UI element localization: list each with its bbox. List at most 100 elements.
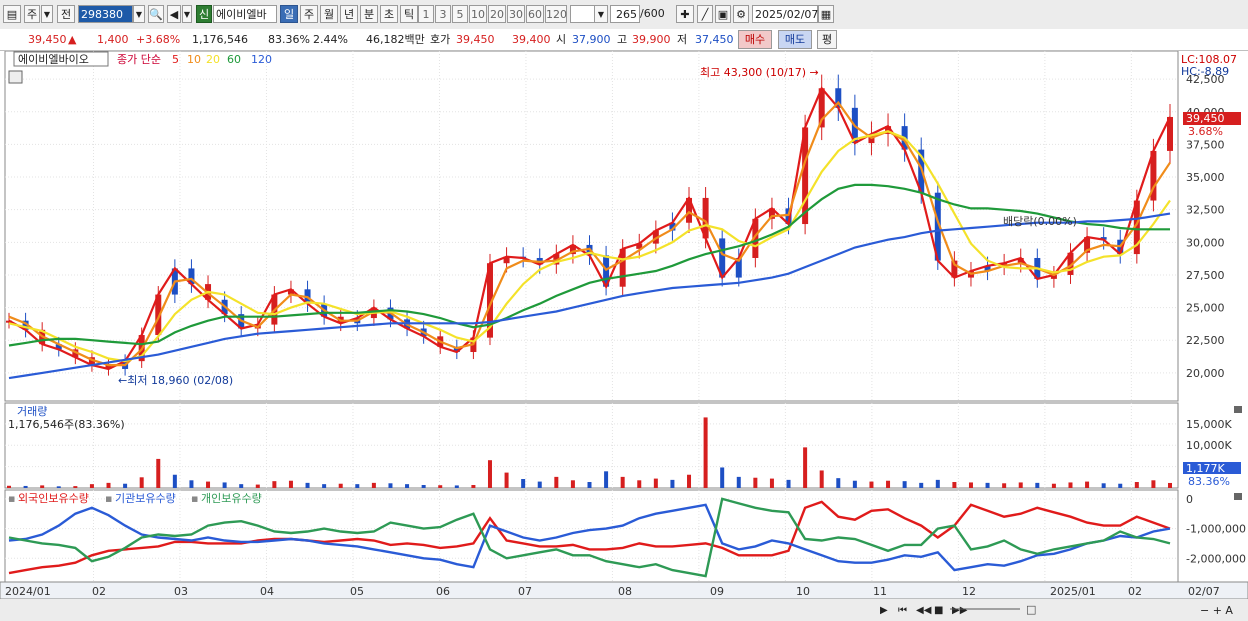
eval-button[interactable]: 평 <box>817 30 837 49</box>
vol-bar-63 <box>1051 483 1056 488</box>
date-input[interactable]: 2025/02/07 <box>752 5 818 23</box>
vol-bar-21 <box>355 484 360 488</box>
high-value: 39,900 <box>632 33 671 46</box>
vol-bar-9 <box>156 458 161 488</box>
step-button-0[interactable]: 1 <box>418 5 434 23</box>
period-button-2[interactable]: 월 <box>320 5 338 23</box>
x-label-3: 04 <box>260 585 274 598</box>
stock-chart[interactable]: 20,000 22,500 25,000 27,500 30,000 32,500 35,0… <box>0 51 1248 621</box>
vol-current-pct: 83.36% <box>1188 475 1230 488</box>
search-icon[interactable]: 🔍 <box>148 5 164 23</box>
zoom-controls: − + A <box>1200 604 1233 617</box>
period-button-1[interactable]: 주 <box>300 5 318 23</box>
hold-legend-2: 개인보유수량 <box>201 492 262 505</box>
period-button-6[interactable]: 틱 <box>400 5 418 23</box>
bid-value: 39,400 <box>512 33 551 46</box>
vol-bar-44 <box>736 476 741 488</box>
count-input[interactable]: 265 <box>610 5 640 23</box>
hold-legend-1: 기관보유수량 <box>115 492 176 505</box>
period-short-button[interactable]: 주 <box>24 5 40 23</box>
vol-bar-38 <box>637 480 642 488</box>
speaker-icon[interactable]: ◀ <box>167 5 181 23</box>
vol-bar-70 <box>1168 482 1172 488</box>
vol-bar-42 <box>703 417 708 488</box>
period-button-0[interactable]: 일 <box>280 5 298 23</box>
code-dropdown-icon[interactable]: ▼ <box>133 5 145 23</box>
vol-bar-15 <box>255 484 260 488</box>
vol-bar-31 <box>521 479 526 488</box>
vol-bar-36 <box>604 471 609 488</box>
vol-current-label: 1,177K <box>1186 462 1225 475</box>
save-icon[interactable]: ▣ <box>715 5 731 23</box>
period-button-4[interactable]: 분 <box>360 5 378 23</box>
settings-icon[interactable]: ⚙ <box>733 5 749 23</box>
buy-button[interactable]: 매수 <box>738 30 772 49</box>
change-value: 1,400 <box>97 33 129 46</box>
x-label-6: 07 <box>518 585 532 598</box>
vol-bar-35 <box>587 482 592 488</box>
vol-bar-14 <box>239 484 244 488</box>
chart-type-icon[interactable]: ▤ <box>3 5 21 23</box>
chart-background <box>0 51 1248 599</box>
zoom-box-icon: □ <box>1026 603 1036 616</box>
speaker-dropdown-icon[interactable]: ▼ <box>182 5 192 23</box>
nav-button-1: ⏮ <box>898 605 907 616</box>
price-tick-7: 37,500 <box>1186 138 1225 151</box>
amount-value: 46,182백만 <box>366 33 425 46</box>
vol-bar-49 <box>819 470 824 488</box>
x-label-12: 2025/01 <box>1050 585 1096 598</box>
vol-bar-37 <box>620 476 625 488</box>
vol-bar-28 <box>471 485 476 488</box>
step-button-3[interactable]: 10 <box>469 5 487 23</box>
crosshair-icon[interactable]: ✚ <box>676 5 694 23</box>
vol-bar-39 <box>653 478 658 488</box>
x-label-8: 09 <box>710 585 724 598</box>
vol-bar-56 <box>935 479 940 488</box>
prev-button[interactable]: 전 <box>57 5 75 23</box>
vol-bar-62 <box>1035 482 1040 488</box>
x-label-13: 02 <box>1128 585 1142 598</box>
ma-legend-20: 20 <box>206 53 220 66</box>
period-button-5[interactable]: 초 <box>380 5 398 23</box>
x-label-5: 06 <box>436 585 450 598</box>
vol-bar-17 <box>288 480 293 488</box>
step-button-2[interactable]: 5 <box>452 5 468 23</box>
x-label-10: 11 <box>873 585 887 598</box>
vol-bar-13 <box>222 482 227 488</box>
step-button-5[interactable]: 30 <box>507 5 525 23</box>
bottom-strip <box>0 599 1248 621</box>
step-button-7[interactable]: 120 <box>545 5 567 23</box>
draw-tool-icon[interactable]: ╱ <box>697 5 713 23</box>
step-dropdown-icon[interactable]: ▼ <box>594 5 608 23</box>
hold-legend-0: 외국인보유수량 <box>18 492 89 505</box>
period-button-3[interactable]: 년 <box>340 5 358 23</box>
sell-button[interactable]: 매도 <box>778 30 812 49</box>
calendar-icon[interactable]: ▦ <box>818 5 834 23</box>
stock-name-field[interactable]: 에이비엘바 <box>213 5 277 23</box>
hold-legend-marker-1: ▪ <box>105 492 112 505</box>
vol-bar-8 <box>139 477 144 488</box>
stock-code-input[interactable]: 298380 <box>78 5 133 23</box>
vol-bar-0 <box>7 485 11 488</box>
x-label-4: 05 <box>350 585 364 598</box>
vol-bar-22 <box>371 482 376 488</box>
step-button-1[interactable]: 3 <box>435 5 451 23</box>
vol-bar-66 <box>1101 483 1106 488</box>
vol-bar-16 <box>272 481 277 488</box>
hc-label: HC:-8.89 <box>1181 65 1229 78</box>
vol-bar-30 <box>504 472 509 488</box>
vol-bar-41 <box>687 474 692 488</box>
hold-legend-marker-0: ▪ <box>8 492 15 505</box>
turnover-value: 2.44% <box>313 33 348 46</box>
step-button-6[interactable]: 60 <box>526 5 544 23</box>
chevron-down-icon[interactable]: ▼ <box>41 5 53 23</box>
vol-bar-43 <box>720 467 725 488</box>
hold-tick-1: -1,000,000 <box>1186 523 1246 536</box>
step-button-4[interactable]: 20 <box>488 5 506 23</box>
vol-bar-46 <box>769 478 774 488</box>
price-tick-5: 32,500 <box>1186 204 1225 217</box>
vol-bar-3 <box>56 486 61 488</box>
ma-legend-5: 5 <box>172 53 179 66</box>
price-tick-0: 20,000 <box>1186 367 1225 380</box>
x-label-2: 03 <box>174 585 188 598</box>
